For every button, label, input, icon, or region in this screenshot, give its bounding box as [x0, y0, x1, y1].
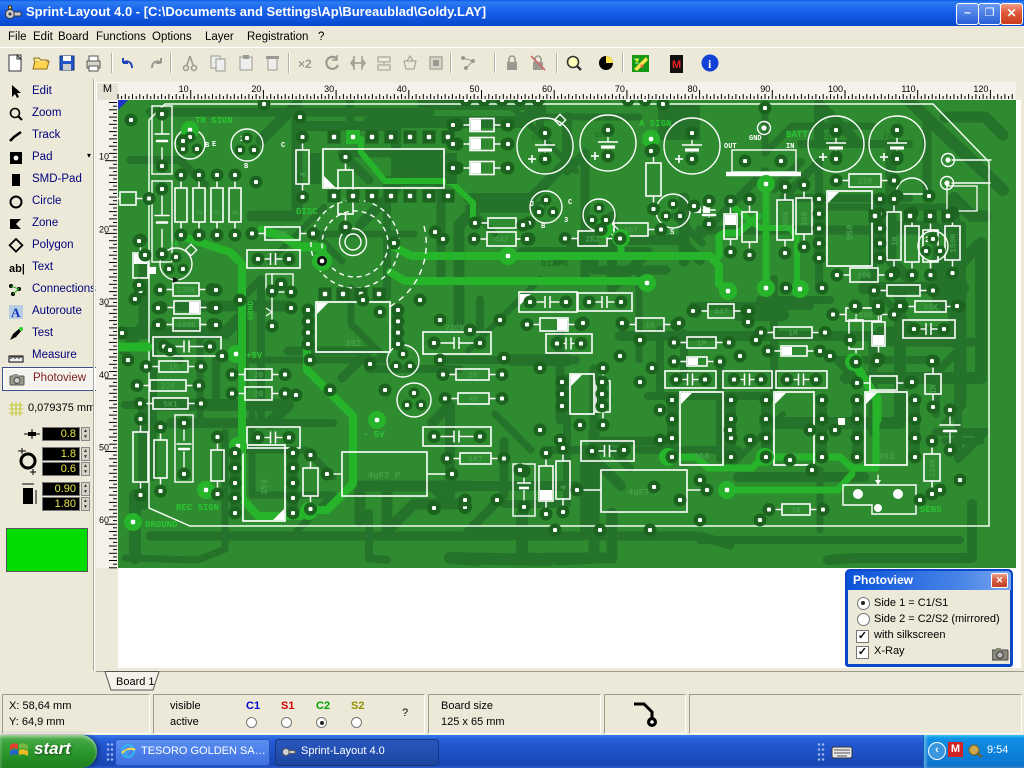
- svg-text:220: 220: [161, 383, 176, 392]
- svg-text:1G: 1G: [645, 322, 655, 331]
- svg-text:DISC: DISC: [296, 207, 318, 217]
- svg-text:3: 3: [564, 217, 568, 225]
- svg-text:C: C: [281, 142, 285, 150]
- svg-text:+5V: +5V: [246, 351, 263, 361]
- svg-text:20: 20: [254, 372, 264, 381]
- svg-text:4uF7 P: 4uF7 P: [368, 471, 401, 481]
- svg-text:GROUND: GROUND: [145, 520, 178, 530]
- svg-text:40: 40: [397, 84, 407, 94]
- svg-text:10: 10: [179, 84, 189, 94]
- svg-text:S: S: [670, 229, 674, 237]
- svg-text:50: 50: [99, 443, 109, 453]
- svg-text:70: 70: [615, 84, 625, 94]
- svg-text:5: 5: [232, 210, 241, 215]
- svg-text:SENS: SENS: [920, 505, 942, 515]
- svg-text:393: 393: [878, 452, 894, 462]
- svg-text:33K: 33K: [923, 304, 938, 313]
- svg-text:30: 30: [99, 297, 109, 307]
- svg-text:A: A: [11, 305, 21, 320]
- svg-text:447: 447: [494, 236, 509, 245]
- svg-text:J: J: [530, 201, 534, 209]
- svg-text:390: 390: [857, 272, 872, 281]
- svg-text:220K: 220K: [929, 458, 938, 477]
- svg-text:110: 110: [901, 84, 915, 94]
- svg-text:20: 20: [99, 224, 109, 234]
- svg-text:30: 30: [324, 84, 334, 94]
- svg-text:1M: 1M: [788, 330, 798, 339]
- svg-text:blaid: blaid: [541, 259, 568, 269]
- svg-text:REC SIGN: REC SIGN: [176, 503, 219, 513]
- svg-text:TR SIGN: TR SIGN: [195, 116, 233, 126]
- svg-text:80: 80: [688, 84, 698, 94]
- svg-text:5: 5: [214, 210, 223, 215]
- svg-text:20: 20: [254, 391, 264, 400]
- svg-text:2R2: 2R2: [585, 236, 600, 245]
- svg-text:1M: 1M: [697, 340, 707, 349]
- svg-text:E: E: [212, 141, 216, 149]
- svg-text:400K: 400K: [177, 322, 196, 331]
- svg-text:L6: L6: [170, 241, 178, 249]
- svg-text:2: 2: [196, 210, 205, 215]
- svg-text:1K: 1K: [169, 364, 179, 373]
- svg-text:4: 4: [300, 172, 309, 177]
- svg-text:22R: 22R: [858, 178, 873, 187]
- svg-text:GRND: GRND: [247, 301, 256, 320]
- svg-text:1N: 1N: [891, 236, 900, 246]
- svg-text:×2: ×2: [298, 57, 312, 71]
- svg-text:359: 359: [260, 479, 270, 495]
- svg-text:308: 308: [693, 452, 709, 462]
- svg-text:230K: 230K: [176, 287, 195, 296]
- svg-text:958: 958: [846, 224, 856, 240]
- svg-text:10: 10: [99, 152, 109, 162]
- svg-text:ab|: ab|: [9, 263, 24, 275]
- svg-text:C: C: [568, 199, 572, 207]
- svg-text:392: 392: [345, 339, 361, 349]
- svg-text:50: 50: [469, 84, 479, 94]
- svg-text:1K7: 1K7: [468, 456, 483, 465]
- svg-text:120: 120: [973, 84, 988, 94]
- svg-text:200K: 200K: [782, 211, 791, 230]
- svg-text:90: 90: [760, 84, 770, 94]
- svg-text:A SIGN: A SIGN: [639, 119, 671, 129]
- svg-text:20: 20: [251, 84, 261, 94]
- svg-text:GND: GND: [749, 135, 762, 143]
- svg-text:OUT: OUT: [724, 143, 737, 151]
- svg-text:5K1: 5K1: [163, 401, 178, 410]
- svg-text:447: 447: [714, 308, 729, 317]
- svg-text:20: 20: [468, 372, 478, 381]
- svg-text:60: 60: [542, 84, 552, 94]
- svg-text:150R: 150R: [950, 234, 959, 253]
- svg-text:4: 4: [560, 485, 569, 490]
- svg-text:Board 1: Board 1: [116, 676, 155, 688]
- svg-text:40: 40: [99, 370, 109, 380]
- svg-text:BATT: BATT: [786, 130, 808, 140]
- svg-text:3K: 3K: [278, 231, 288, 240]
- svg-text:- 5V: - 5V: [363, 430, 385, 440]
- svg-text:100: 100: [801, 211, 810, 226]
- svg-text:e: e: [125, 746, 130, 758]
- svg-text:IN: IN: [786, 143, 794, 151]
- svg-text:1M: 1M: [930, 384, 939, 394]
- svg-text:40: 40: [469, 396, 479, 405]
- svg-text:1K: 1K: [791, 507, 801, 516]
- svg-text:100: 100: [828, 84, 843, 94]
- svg-text:60: 60: [99, 515, 109, 525]
- svg-text:M: M: [672, 59, 681, 71]
